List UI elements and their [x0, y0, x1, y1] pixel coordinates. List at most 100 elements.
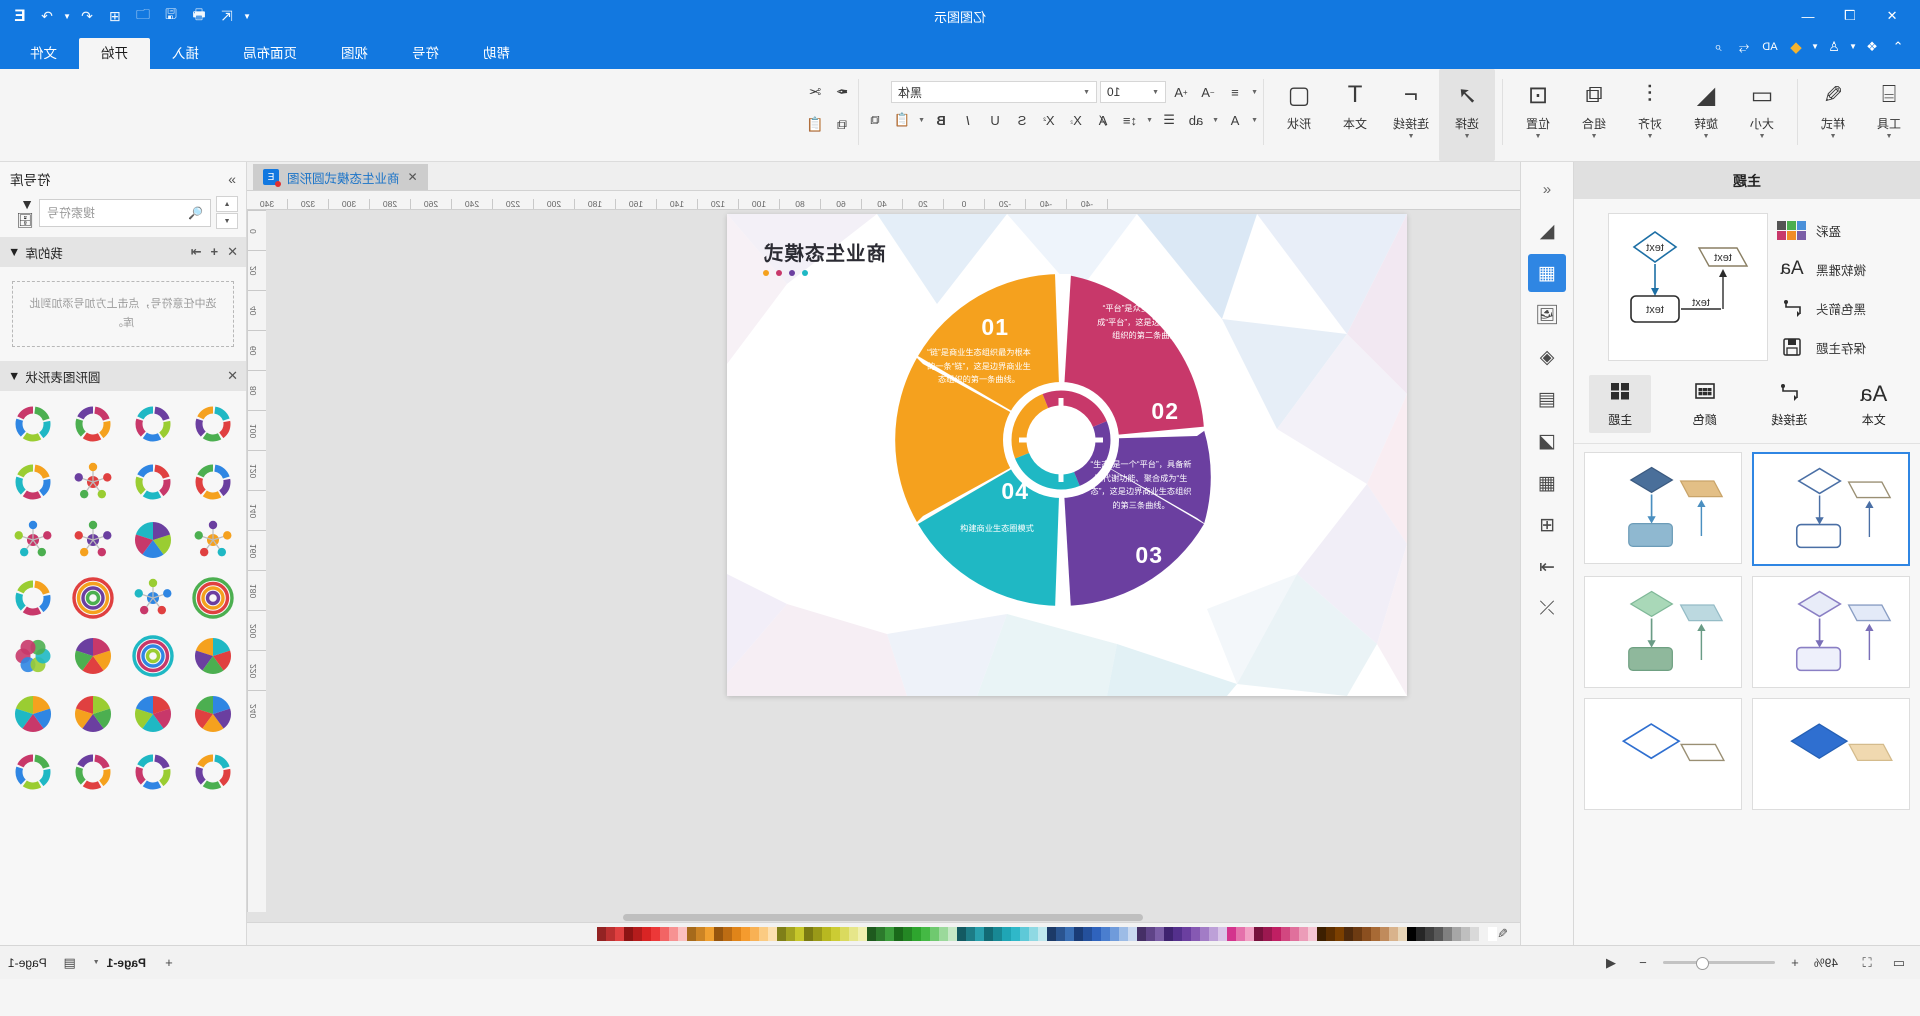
lp-tab-connector[interactable]: 连接线 [1758, 375, 1820, 433]
palette-swatch[interactable] [1209, 927, 1219, 941]
redo-icon[interactable]: ↷ [34, 5, 60, 27]
close-window-button[interactable]: ✕ [1874, 0, 1910, 32]
copy-icon[interactable]: ⧉ [863, 109, 887, 131]
palette-swatch[interactable] [1236, 927, 1246, 941]
palette-swatch[interactable] [1038, 927, 1048, 941]
palette-swatch[interactable] [1011, 927, 1021, 941]
chevron-down-icon[interactable]: ▼ [8, 369, 20, 383]
bold-icon[interactable]: B [929, 109, 953, 131]
ribbon-text-button[interactable]: T 文本 [1327, 69, 1383, 161]
page-tab-current[interactable]: Page-1 ▼ [93, 956, 146, 970]
palette-swatch[interactable] [912, 927, 922, 941]
palette-swatch[interactable] [786, 927, 796, 941]
palette-swatch[interactable] [1200, 927, 1210, 941]
tab-help[interactable]: 帮助 [461, 38, 532, 69]
new-icon[interactable]: ⊞ [102, 5, 128, 27]
zoom-track[interactable] [1663, 957, 1775, 970]
palette-swatch[interactable] [1326, 927, 1336, 941]
palette-swatch[interactable] [615, 927, 625, 941]
grid-apps-icon[interactable]: ❖ [1860, 35, 1884, 59]
align-tool-icon[interactable]: ⇥ [1528, 548, 1566, 586]
palette-swatch[interactable] [660, 927, 670, 941]
palette-swatch[interactable] [1056, 927, 1066, 941]
palette-swatch[interactable] [1254, 927, 1264, 941]
palette-swatch[interactable] [1083, 927, 1093, 941]
palette-swatch[interactable] [651, 927, 661, 941]
symbol-shape-item[interactable] [125, 455, 181, 509]
palette-swatch[interactable] [1389, 927, 1399, 941]
palette-swatch[interactable] [714, 927, 724, 941]
palette-swatch[interactable] [1137, 927, 1147, 941]
symbol-shape-item[interactable] [65, 397, 121, 451]
palette-swatch[interactable] [597, 927, 607, 941]
palette-swatch[interactable] [876, 927, 886, 941]
shirt-dropdown-icon[interactable]: ▼ [1810, 35, 1820, 59]
symbol-shape-item[interactable] [5, 687, 61, 741]
theme-option-save[interactable]: 保存主题 [1778, 334, 1866, 360]
palette-swatch[interactable] [1452, 927, 1462, 941]
page-list-icon[interactable]: ▭ [1886, 952, 1912, 974]
customize-qat-icon[interactable]: ▼ [242, 4, 252, 28]
tab-page-layout[interactable]: 页面布局 [221, 38, 319, 69]
add-page-button[interactable]: + [156, 952, 182, 974]
tab-insert[interactable]: 插入 [150, 38, 221, 69]
tab-symbol[interactable]: 符号 [390, 38, 461, 69]
palette-swatch[interactable] [1065, 927, 1075, 941]
palette-swatch[interactable] [831, 927, 841, 941]
palette-swatch[interactable] [1353, 927, 1363, 941]
palette-swatch[interactable] [1110, 927, 1120, 941]
palette-swatch[interactable] [822, 927, 832, 941]
ribbon-connector-button[interactable]: ⌐ 连接线 ▼ [1383, 69, 1439, 161]
my-library-title[interactable]: 我的库 ▼ [8, 243, 63, 262]
theme-card[interactable] [1752, 452, 1910, 566]
symbol-shape-item[interactable] [65, 513, 121, 567]
palette-swatch[interactable] [1227, 927, 1237, 941]
palette-swatch[interactable] [948, 927, 958, 941]
highlight-icon[interactable]: ab [1184, 109, 1208, 131]
diagram-page[interactable]: 商业生态模式 01 “链”是商业生态组织最为根本的一条“链”，这是边界商业生态组… [727, 214, 1407, 696]
symbol-shape-item[interactable] [5, 455, 61, 509]
palette-swatch[interactable] [1092, 927, 1102, 941]
theme-card[interactable] [1584, 452, 1742, 564]
chevron-down-icon[interactable]: ▼ [1830, 133, 1837, 140]
ad-label-icon[interactable]: AD [1758, 35, 1782, 59]
font-size-field[interactable]: ▼ 10 [1100, 81, 1166, 103]
undo-dropdown-icon[interactable]: ▼ [62, 4, 72, 28]
strikethrough-icon[interactable]: S [1010, 109, 1034, 131]
ribbon-style-button[interactable]: ✎ 样式 ▼ [1805, 69, 1861, 161]
palette-swatch[interactable] [624, 927, 634, 941]
highlight-dropdown-icon[interactable]: ▼ [1211, 117, 1220, 124]
palette-swatch[interactable] [750, 927, 760, 941]
chevron-down-icon[interactable]: ▼ [1408, 133, 1415, 140]
theme-card[interactable] [1584, 698, 1742, 810]
palette-swatch[interactable] [1281, 927, 1291, 941]
palette-swatch[interactable] [1119, 927, 1129, 941]
palette-swatch[interactable] [1029, 927, 1039, 941]
symbol-shape-item[interactable] [5, 629, 61, 683]
symbol-shape-item[interactable] [185, 687, 241, 741]
palette-swatch[interactable] [1263, 927, 1273, 941]
save-icon[interactable]: 🖫 [158, 5, 184, 27]
add-icon[interactable]: + [211, 244, 219, 260]
palette-swatch[interactable] [705, 927, 715, 941]
prev-result-icon[interactable]: ▲ [216, 196, 238, 212]
theme-preview[interactable]: text text text text [1608, 213, 1768, 361]
palette-swatch[interactable] [1434, 927, 1444, 941]
symbol-shape-item[interactable] [65, 629, 121, 683]
symbol-shape-item[interactable] [65, 745, 121, 799]
palette-swatch[interactable] [1245, 927, 1255, 941]
close-document-icon[interactable]: ✕ [408, 170, 418, 184]
text-color-dropdown-icon[interactable]: ▼ [1250, 117, 1259, 124]
palette-swatch[interactable] [1461, 927, 1471, 941]
palette-swatch[interactable] [732, 927, 742, 941]
palette-swatch[interactable] [1380, 927, 1390, 941]
palette-swatch[interactable] [1308, 927, 1318, 941]
palette-swatch[interactable] [1047, 927, 1057, 941]
minimize-window-button[interactable]: — [1790, 0, 1826, 32]
palette-swatch[interactable] [669, 927, 679, 941]
palette-swatch[interactable] [840, 927, 850, 941]
palette-swatch[interactable] [894, 927, 904, 941]
close-icon[interactable]: ✕ [227, 244, 238, 260]
document-tab[interactable]: ✕ 商业生态模式圆形图 E [253, 164, 428, 190]
symbol-shape-item[interactable] [65, 455, 121, 509]
